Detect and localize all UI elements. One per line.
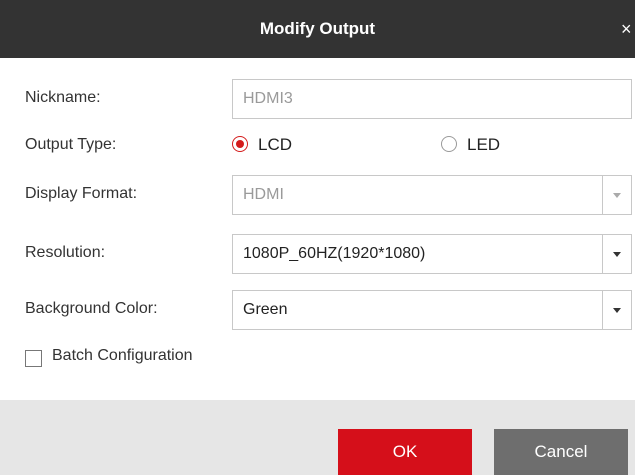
cancel-button[interactable]: Cancel: [494, 429, 628, 475]
ok-button[interactable]: OK: [338, 429, 472, 475]
nickname-field: HDMI3: [232, 79, 632, 119]
title-bar[interactable]: Modify Output ×: [0, 0, 635, 58]
resolution-select[interactable]: 1080P_60HZ(1920*1080): [232, 234, 632, 274]
close-icon[interactable]: ×: [621, 0, 635, 58]
nickname-value: HDMI3: [243, 90, 293, 107]
background-color-value: Green: [243, 301, 288, 318]
background-color-select[interactable]: Green: [232, 290, 632, 330]
radio-selected-icon[interactable]: [232, 136, 248, 152]
chevron-down-icon: [613, 193, 621, 198]
chevron-down-icon: [613, 308, 621, 313]
chevron-down-icon: [613, 252, 621, 257]
radio-unselected-icon[interactable]: [441, 136, 457, 152]
nickname-label: Nickname:: [25, 89, 101, 106]
batch-configuration-label[interactable]: Batch Configuration: [52, 347, 193, 365]
batch-configuration-checkbox[interactable]: [25, 350, 42, 367]
output-type-label: Output Type:: [25, 136, 117, 153]
display-format-dropdown-toggle: [602, 176, 631, 214]
background-color-label: Background Color:: [25, 300, 158, 317]
output-type-led-label: LED: [467, 135, 501, 154]
resolution-value: 1080P_60HZ(1920*1080): [243, 245, 426, 262]
display-format-value: HDMI: [243, 186, 284, 203]
display-format-select: HDMI: [232, 175, 632, 215]
output-type-lcd-label: LCD: [258, 135, 293, 154]
resolution-dropdown-toggle[interactable]: [602, 235, 631, 273]
resolution-label: Resolution:: [25, 244, 106, 261]
modify-output-dialog: Modify Output × Nickname: HDMI3 Output T…: [0, 0, 635, 475]
dialog-title: Modify Output: [259, 19, 376, 38]
display-format-label: Display Format:: [25, 185, 138, 202]
background-color-dropdown-toggle[interactable]: [602, 291, 631, 329]
